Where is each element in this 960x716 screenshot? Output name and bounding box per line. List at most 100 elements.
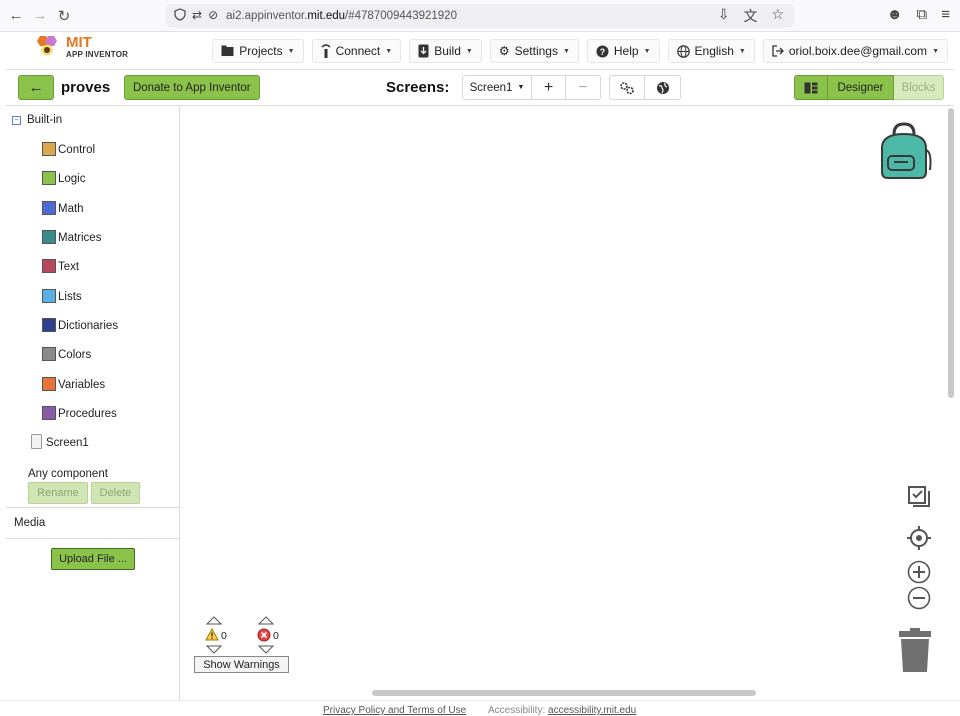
menu-help[interactable]: ? Help ▼ xyxy=(586,39,660,63)
shield-icon[interactable] xyxy=(174,8,186,24)
zoom-out-icon[interactable] xyxy=(907,586,931,610)
category-text[interactable]: Text xyxy=(42,259,79,273)
screen-controls: Screen1 ▼ + − xyxy=(462,75,601,100)
control-swatch-icon xyxy=(42,142,56,156)
category-matrices[interactable]: Matrices xyxy=(42,230,101,244)
back-to-projects-button[interactable]: ← xyxy=(18,75,54,100)
remove-screen-button[interactable]: − xyxy=(566,76,600,99)
category-control[interactable]: Control xyxy=(42,142,95,156)
extensions-icon[interactable]: ⧉ xyxy=(917,6,928,23)
category-label: Control xyxy=(58,144,96,156)
antenna-icon xyxy=(321,44,331,58)
svg-text:?: ? xyxy=(600,47,606,57)
app-header: MIT APP INVENTOR Projects ▼ Connect ▼ Buil… xyxy=(6,32,954,70)
warning-triangle-icon xyxy=(205,628,219,641)
blocks-workspace[interactable]: 0 0 Show Warnings xyxy=(180,106,958,700)
address-bar[interactable]: ⇄ ⊘ ai2.appinventor.mit.edu/#47870094439… xyxy=(166,4,794,28)
media-heading: Media xyxy=(14,517,46,529)
add-screen-button[interactable]: + xyxy=(532,76,566,99)
menu-language[interactable]: English ▼ xyxy=(667,39,755,63)
page-footer: Privacy Policy and Terms of Use Accessib… xyxy=(0,700,960,716)
menu-language-label: English xyxy=(694,44,734,58)
build-icon xyxy=(418,44,429,58)
back-arrow-icon[interactable]: ← xyxy=(4,4,28,28)
category-label: Colors xyxy=(58,349,92,361)
logic-swatch-icon xyxy=(42,171,56,185)
bookmark-star-icon[interactable]: ☆ xyxy=(771,6,784,26)
vertical-scrollbar[interactable] xyxy=(948,108,954,398)
menu-account[interactable]: oriol.boix.dee@gmail.com ▼ xyxy=(762,39,948,63)
save-page-icon[interactable]: ⇩ xyxy=(718,6,730,26)
project-name: proves xyxy=(61,79,111,96)
colors-swatch-icon xyxy=(42,347,56,361)
privacy-policy-link[interactable]: Privacy Policy and Terms of Use xyxy=(323,705,466,716)
menu-help-label: Help xyxy=(613,44,639,58)
backpack-icon[interactable] xyxy=(876,122,932,180)
designer-button[interactable]: Designer xyxy=(828,75,894,100)
menu-settings-label: Settings xyxy=(514,44,558,58)
category-dictionaries[interactable]: Dictionaries xyxy=(42,318,118,332)
screens-label: Screens: xyxy=(386,79,450,96)
menu-build-label: Build xyxy=(434,44,461,58)
permissions-icon[interactable]: ⇄ xyxy=(192,8,202,24)
category-colors[interactable]: Colors xyxy=(42,347,91,361)
collapse-icon[interactable]: − xyxy=(12,115,21,125)
any-component-item[interactable]: Any component xyxy=(28,468,108,480)
menu-build[interactable]: Build ▼ xyxy=(409,39,482,63)
menu-connect[interactable]: Connect ▼ xyxy=(311,39,402,63)
error-next-arrow-icon[interactable] xyxy=(258,645,274,654)
category-label: Math xyxy=(58,203,84,215)
main-menu: Projects ▼ Connect ▼ Build ▼ ⚙ Settings ▼ ? … xyxy=(212,39,948,63)
gears-icon xyxy=(620,81,634,94)
category-math[interactable]: Math xyxy=(42,201,84,215)
category-procedures[interactable]: Procedures xyxy=(42,406,117,420)
toggle-palette-button[interactable] xyxy=(794,75,828,100)
warning-prev-arrow-icon[interactable] xyxy=(206,616,222,625)
reload-icon[interactable]: ↻ xyxy=(52,4,76,28)
cleanup-checklist-icon[interactable] xyxy=(908,486,930,508)
globe-icon xyxy=(656,81,669,94)
translate-icon[interactable]: 文 xyxy=(743,6,757,26)
donate-button[interactable]: Donate to App Inventor xyxy=(124,75,260,100)
zoom-in-icon[interactable] xyxy=(907,560,931,584)
category-label: Lists xyxy=(58,291,82,303)
accessibility-link[interactable]: accessibility.mit.edu xyxy=(548,705,636,716)
divider xyxy=(6,538,180,539)
category-label: Text xyxy=(58,261,80,273)
blocks-button[interactable]: Blocks xyxy=(894,75,944,100)
warning-next-arrow-icon[interactable] xyxy=(206,645,222,654)
screen-selector-dropdown[interactable]: Screen1 ▼ xyxy=(463,76,532,99)
logo-bee-icon xyxy=(37,36,57,55)
back-arrow-icon: ← xyxy=(28,79,44,96)
account-icon[interactable]: ☻ xyxy=(887,6,903,23)
rename-button[interactable]: Rename xyxy=(28,482,88,504)
menu-hamburger-icon[interactable]: ≡ xyxy=(941,6,950,23)
menu-projects[interactable]: Projects ▼ xyxy=(212,39,304,63)
forward-arrow-icon[interactable]: → xyxy=(28,4,52,28)
screen1-component[interactable]: Screen1 xyxy=(31,434,89,449)
recenter-target-icon[interactable] xyxy=(907,526,931,550)
dictionaries-swatch-icon xyxy=(42,318,56,332)
category-variables[interactable]: Variables xyxy=(42,377,105,391)
gear-icon: ⚙ xyxy=(498,44,510,58)
project-toolbar: ← proves Donate to App Inventor Screens:… xyxy=(6,70,954,106)
category-label: Variables xyxy=(58,379,106,391)
project-icon-buttons xyxy=(609,75,681,100)
project-properties-button[interactable] xyxy=(610,76,645,99)
horizontal-scrollbar[interactable] xyxy=(372,690,756,696)
math-swatch-icon xyxy=(42,201,56,215)
mit-app-inventor-logo[interactable]: MIT APP INVENTOR xyxy=(32,34,128,60)
menu-settings[interactable]: ⚙ Settings ▼ xyxy=(489,39,579,63)
category-lists[interactable]: Lists xyxy=(42,289,82,303)
category-logic[interactable]: Logic xyxy=(42,171,86,185)
show-warnings-button[interactable]: Show Warnings xyxy=(194,656,289,673)
project-globe-button[interactable] xyxy=(645,76,680,99)
tracking-blocked-icon[interactable]: ⊘ xyxy=(208,8,218,24)
upload-file-button[interactable]: Upload File ... xyxy=(51,548,135,570)
builtin-header[interactable]: − Built-in xyxy=(12,114,62,126)
trash-can-icon[interactable] xyxy=(898,628,932,672)
error-prev-arrow-icon[interactable] xyxy=(258,616,274,625)
delete-button[interactable]: Delete xyxy=(91,482,140,504)
error-count: 0 xyxy=(273,630,279,642)
logout-icon xyxy=(772,45,784,57)
